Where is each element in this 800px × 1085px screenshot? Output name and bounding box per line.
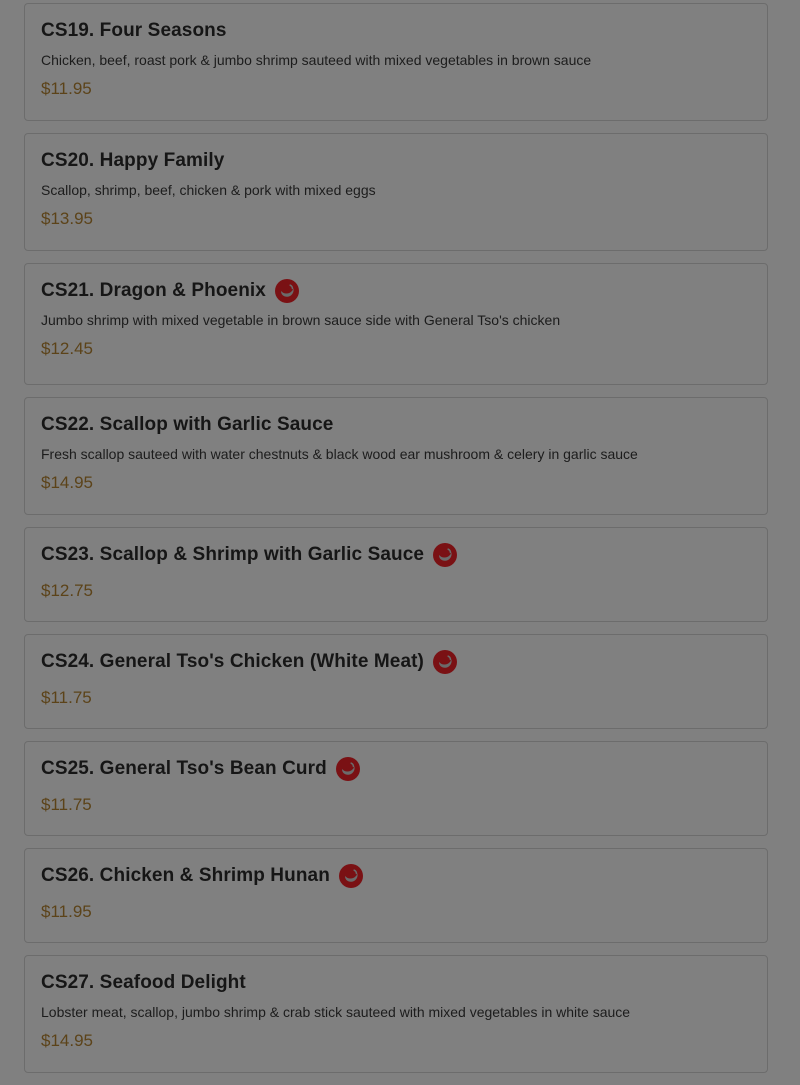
menu-item-price: $11.95: [41, 79, 92, 98]
menu-item-title-row: CS24. General Tso's Chicken (White Meat): [41, 649, 751, 675]
menu-item-price: $11.75: [41, 688, 92, 707]
menu-item-description: Fresh scallop sauteed with water chestnu…: [41, 446, 638, 462]
menu-item-title: CS27. Seafood Delight: [41, 972, 246, 993]
menu-item-title: CS26. Chicken & Shrimp Hunan: [41, 865, 330, 886]
menu-item-card[interactable]: CS23. Scallop & Shrimp with Garlic Sauce…: [24, 527, 768, 622]
menu-item-price: $12.75: [41, 581, 93, 600]
menu-item-title-row: CS23. Scallop & Shrimp with Garlic Sauce: [41, 542, 751, 568]
menu-item-title-row: CS25. General Tso's Bean Curd: [41, 756, 751, 782]
menu-item-card[interactable]: CS27. Seafood Delight Lobster meat, scal…: [24, 955, 768, 1073]
menu-item-description: Scallop, shrimp, beef, chicken & pork wi…: [41, 182, 376, 198]
menu-item-title-row: CS22. Scallop with Garlic Sauce: [41, 412, 751, 438]
menu-item-price: $12.45: [41, 339, 93, 358]
menu-item-price: $14.95: [41, 1031, 93, 1050]
menu-item-price: $13.95: [41, 209, 93, 228]
menu-item-title-row: CS26. Chicken & Shrimp Hunan: [41, 863, 751, 889]
menu-item-card[interactable]: CS22. Scallop with Garlic Sauce Fresh sc…: [24, 397, 768, 515]
menu-item-card[interactable]: CS25. General Tso's Bean Curd $11.75: [24, 741, 768, 836]
menu-item-description: Lobster meat, scallop, jumbo shrimp & cr…: [41, 1004, 631, 1020]
menu-item-title: CS22. Scallop with Garlic Sauce: [41, 414, 334, 435]
hot-pepper-icon: [432, 650, 457, 674]
menu-item-title: CS23. Scallop & Shrimp with Garlic Sauce: [41, 544, 425, 565]
hot-pepper-icon: [274, 279, 299, 303]
menu-item-card[interactable]: CS21. Dragon & Phoenix Jumbo shrimp with…: [24, 263, 768, 385]
hot-pepper-icon: [433, 543, 458, 567]
menu-item-description: Jumbo shrimp with mixed vegetable in bro…: [41, 312, 561, 328]
menu-item-title: CS24. General Tso's Chicken (White Meat): [41, 651, 424, 672]
hot-pepper-icon: [338, 864, 363, 888]
menu-item-price: $14.95: [41, 473, 93, 492]
menu-item-description: Chicken, beef, roast pork & jumbo shrimp…: [41, 52, 592, 68]
menu-item-title-row: CS21. Dragon & Phoenix: [41, 278, 751, 304]
hot-pepper-icon: [335, 757, 360, 781]
menu-item-price: $11.75: [41, 795, 92, 814]
menu-item-list: CS19. Four Seasons Chicken, beef, roast …: [24, 3, 768, 1085]
menu-item-title-row: CS20. Happy Family: [41, 148, 751, 174]
menu-item-title-row: CS27. Seafood Delight: [41, 970, 751, 996]
menu-item-title: CS21. Dragon & Phoenix: [41, 280, 266, 301]
menu-item-card[interactable]: CS19. Four Seasons Chicken, beef, roast …: [24, 3, 768, 121]
menu-item-title: CS19. Four Seasons: [41, 20, 227, 41]
menu-item-card[interactable]: CS24. General Tso's Chicken (White Meat)…: [24, 634, 768, 729]
menu-item-card[interactable]: CS26. Chicken & Shrimp Hunan $11.95: [24, 848, 768, 943]
menu-item-card[interactable]: CS20. Happy Family Scallop, shrimp, beef…: [24, 133, 768, 251]
menu-item-title-row: CS19. Four Seasons: [41, 18, 751, 44]
menu-item-price: $11.95: [41, 902, 92, 921]
menu-item-title: CS25. General Tso's Bean Curd: [41, 758, 327, 779]
menu-item-title: CS20. Happy Family: [41, 150, 225, 171]
